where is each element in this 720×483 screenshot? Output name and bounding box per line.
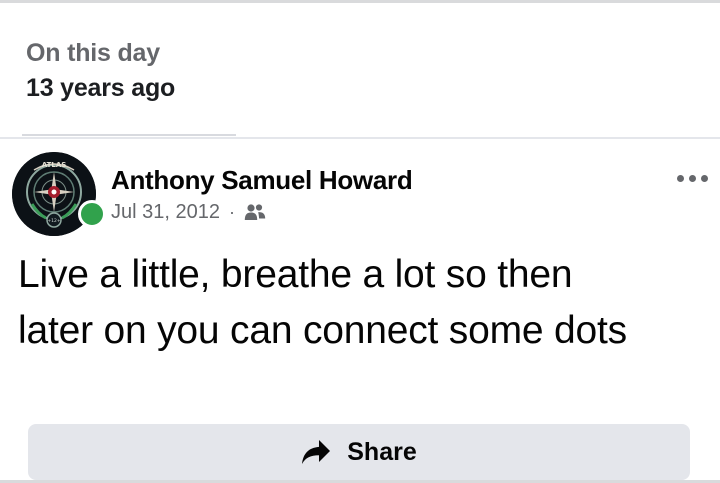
meta-separator: ·: [228, 202, 235, 222]
friends-icon[interactable]: [244, 203, 266, 221]
header-underline: [22, 134, 236, 136]
share-button[interactable]: Share: [28, 424, 690, 480]
author-name[interactable]: Anthony Samuel Howard: [111, 163, 413, 197]
more-dot: [676, 174, 684, 182]
more-dot: [700, 174, 708, 182]
memory-card: On this day 13 years ago ATLAS +12+ Anth…: [0, 0, 720, 483]
more-options-icon[interactable]: [672, 166, 712, 190]
memory-subtitle: 13 years ago: [26, 74, 176, 102]
more-dot: [688, 174, 696, 182]
post-text-line-1: Live a little, breathe a lot so then: [18, 253, 573, 296]
online-status-dot: [78, 200, 106, 228]
memory-header: On this day 13 years ago: [26, 37, 175, 104]
share-arrow-icon: [302, 440, 331, 464]
post-text-line-2: later on you can connect some dots: [18, 309, 627, 352]
memory-title: On this day: [26, 39, 160, 67]
section-divider: [0, 137, 720, 139]
post-text: Live a little, breathe a lot so then lat…: [18, 247, 708, 359]
post-date[interactable]: Jul 31, 2012: [111, 199, 220, 225]
post-meta: Jul 31, 2012 ·: [111, 199, 266, 225]
avatar-badge-text: +12+: [47, 218, 60, 224]
share-label: Share: [347, 437, 417, 466]
top-divider: [0, 0, 720, 3]
avatar-logo-text: ATLAS: [42, 161, 67, 169]
